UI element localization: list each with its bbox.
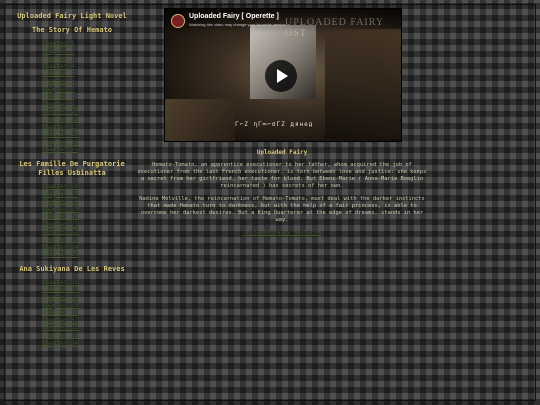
chapter-link[interactable]: Chapter 27 xyxy=(42,286,136,294)
chapter-list-reves: Chapter 26 Chapter 27 Chapter 28 Chapter 29… xyxy=(8,279,136,347)
chapter-link[interactable]: Chapter 7 xyxy=(42,86,136,94)
chapter-link[interactable]: Chapter 25 xyxy=(42,251,136,259)
site-title: Uploaded Fairy Light Novel xyxy=(17,12,127,20)
chapter-link[interactable]: Chapter 26 xyxy=(42,279,136,287)
chapter-link[interactable]: Chapter 10 xyxy=(42,108,136,116)
chapter-link[interactable]: Chapter 22 xyxy=(42,228,136,236)
page-heading: Uploaded Fairy xyxy=(256,149,308,156)
video-artwork xyxy=(165,99,235,141)
chapter-link[interactable]: Chapter 14 xyxy=(42,139,136,147)
video-artwork xyxy=(325,29,401,139)
chapter-link[interactable]: Chapter 6 xyxy=(42,78,136,86)
chapter-link[interactable]: Chapter 23 xyxy=(42,236,136,244)
video-caption: Γ⌐Z ηΓ═⌐σΓZ дянед xyxy=(235,121,314,128)
chapter-link[interactable]: Chapter 19 xyxy=(42,206,136,214)
section-title-reves: Ana Sukiyana De Les Reves xyxy=(19,264,125,273)
chapter-link[interactable]: Chapter 12 xyxy=(42,124,136,132)
video-subtitle: Watching this video may change your favo… xyxy=(189,22,286,27)
story-paragraph-2: Nadine Melville, the reincarnation of He… xyxy=(139,196,425,223)
chapter-link[interactable]: Chapter 15 xyxy=(42,146,136,154)
channel-logo-icon[interactable] xyxy=(171,14,185,28)
chapter-link[interactable]: Chapter 17 xyxy=(42,191,136,199)
site-link[interactable]: Uploaded Fairy Bast.com xyxy=(136,230,428,236)
play-icon[interactable] xyxy=(265,60,297,92)
chapter-link[interactable]: Chapter 34 xyxy=(42,340,136,348)
chapter-link[interactable]: Chapter 3 xyxy=(42,55,136,63)
chapter-link[interactable]: Chapter 30 xyxy=(42,309,136,317)
chapter-link[interactable]: Chapter 32 xyxy=(42,324,136,332)
video-title[interactable]: Uploaded Fairy [ Operette ] xyxy=(189,13,279,20)
chapter-link[interactable]: Chapter 1 xyxy=(42,40,136,48)
chapter-link[interactable]: Chapter 31 xyxy=(42,317,136,325)
chapter-list-hemato: Chapter 1 Chapter 2 Chapter 3 Chapter 4 Chap… xyxy=(8,40,136,154)
chapter-link[interactable]: Chapter 8 xyxy=(42,93,136,101)
chapter-list-famille: Chapter 16 Chapter 17 Chapter 18 Chapter 19… xyxy=(8,183,136,259)
chapter-link[interactable]: Chapter 16 xyxy=(42,183,136,191)
chapter-link[interactable]: Chapter 18 xyxy=(42,198,136,206)
section-title-hemato: The Story Of Hemato xyxy=(31,26,113,34)
chapter-link[interactable]: Chapter 24 xyxy=(42,244,136,252)
chapter-link[interactable]: Chapter 5 xyxy=(42,70,136,78)
section-title-famille: Les Famille De Purgatorie Filles Usbinat… xyxy=(19,159,125,177)
video-player[interactable]: UPLOADED FAIRY OST Uploaded Fairy [ Oper… xyxy=(164,8,402,142)
story-paragraph-1: Hemato-Tomato, an apprentice executioner… xyxy=(137,162,427,189)
chapter-link[interactable]: Chapter 33 xyxy=(42,332,136,340)
chapter-link[interactable]: Chapter 28 xyxy=(42,294,136,302)
chapter-link[interactable]: Chapter 11 xyxy=(42,116,136,124)
chapter-link[interactable]: Chapter 20 xyxy=(42,213,136,221)
chapter-link[interactable]: Chapter 29 xyxy=(42,302,136,310)
chapter-link[interactable]: Chapter 9 xyxy=(42,101,136,109)
chapter-link[interactable]: Chapter 4 xyxy=(42,63,136,71)
sidebar: Uploaded Fairy Light Novel The Story Of … xyxy=(8,10,136,353)
chapter-link[interactable]: Chapter 2 xyxy=(42,48,136,56)
main-content: UPLOADED FAIRY OST Uploaded Fairy [ Oper… xyxy=(136,8,428,236)
chapter-link[interactable]: Chapter 13 xyxy=(42,131,136,139)
chapter-link[interactable]: Chapter 21 xyxy=(42,221,136,229)
